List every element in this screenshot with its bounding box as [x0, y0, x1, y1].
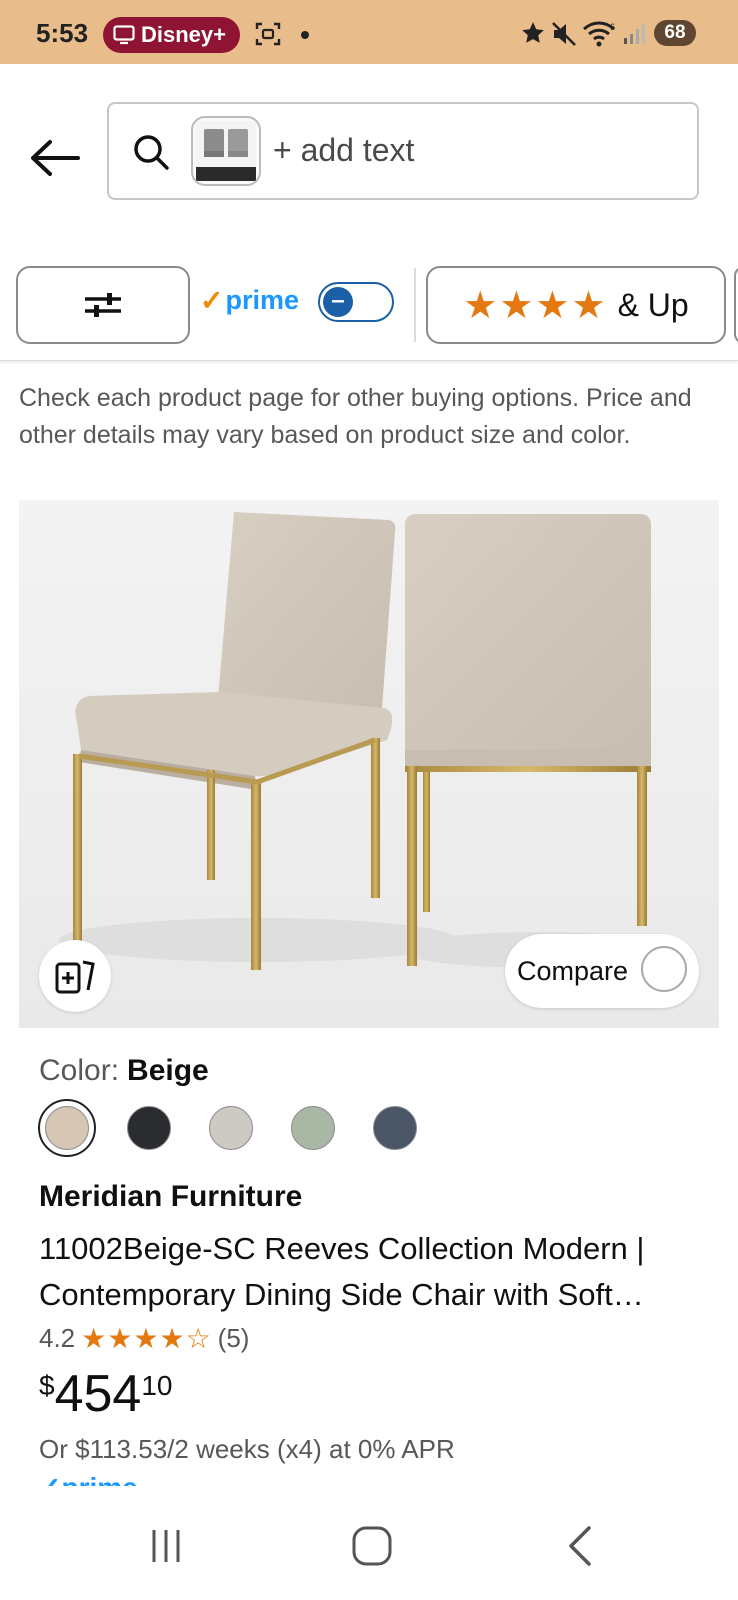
price-fraction: 10 [141, 1370, 173, 1401]
search-icon [134, 135, 169, 170]
star-icon [522, 22, 544, 43]
prime-logo: ✓ prime [200, 284, 299, 317]
prime-check-icon: ✓ [200, 285, 224, 316]
wifi-icon: 6 [583, 21, 615, 47]
search-input[interactable]: + add text [107, 102, 699, 200]
price-whole: 454 [54, 1365, 142, 1423]
system-nav-bar [0, 1490, 738, 1600]
rating-count: (5) [217, 1323, 250, 1353]
product-price: $45410 [39, 1364, 173, 1424]
system-back-button[interactable] [540, 1516, 620, 1576]
home-icon [352, 1526, 392, 1566]
product-title[interactable]: 11002Beige-SC Reeves Collection Modern |… [39, 1226, 699, 1318]
add-cards-icon [55, 960, 95, 994]
price-symbol: $ [39, 1370, 55, 1401]
product-card[interactable]: Compare Color: Beige Meridian Furniture 1… [19, 500, 719, 1500]
prime-toggle[interactable]: – [318, 282, 394, 322]
image-search-thumbnail[interactable] [191, 116, 261, 186]
compare-label: Compare [517, 955, 629, 986]
installment-text: Or $113.53/2 weeks (x4) at 0% APR [39, 1434, 455, 1464]
color-selector-label: Color: Beige [39, 1054, 209, 1088]
prime-label: prime [225, 285, 299, 315]
filter-divider [414, 268, 416, 342]
arrow-left-icon [31, 140, 80, 176]
sliders-icon [85, 293, 121, 317]
battery-indicator: 68 [654, 20, 696, 46]
filter-bar: ✓ prime – ★★★★ & Up [0, 250, 738, 361]
dot-icon [301, 31, 309, 39]
swatch-sage[interactable] [291, 1106, 335, 1150]
screen-record-icon [255, 22, 281, 46]
back-button[interactable] [24, 128, 84, 188]
add-to-compare-button[interactable] [39, 940, 111, 1012]
compare-checkbox[interactable] [641, 946, 687, 992]
swatch-slate[interactable] [373, 1106, 417, 1150]
mute-icon [552, 22, 576, 46]
search-placeholder[interactable]: + add text [273, 132, 414, 169]
buying-options-notice: Check each product page for other buying… [19, 384, 692, 449]
recent-apps-icon [152, 1530, 180, 1562]
disney-plus-label: Disney+ [141, 22, 226, 47]
prime-badge-peek: ✓prime [38, 1470, 168, 1486]
toggle-knob: – [323, 287, 353, 317]
swatch-light-gray[interactable] [209, 1106, 253, 1150]
tv-icon [113, 25, 135, 45]
rating-filter-button[interactable]: ★★★★ & Up [426, 266, 726, 344]
rating-stars: ★★★★☆ [81, 1323, 212, 1354]
chevron-left-icon [569, 1526, 591, 1566]
status-time: 5:53 [36, 18, 89, 48]
color-swatches [38, 1099, 455, 1157]
chair-thumbnail-image [196, 121, 256, 181]
product-image[interactable]: Compare [19, 500, 719, 1028]
swatch-beige[interactable] [38, 1099, 96, 1157]
rating-filter-label: & Up [617, 286, 689, 323]
rating-value: 4.2 [39, 1323, 76, 1353]
signal-icon [624, 24, 645, 44]
compare-toggle[interactable]: Compare [505, 934, 699, 1008]
filter-settings-button[interactable] [16, 266, 190, 344]
swatch-black[interactable] [127, 1106, 171, 1150]
next-filter-button[interactable] [734, 266, 738, 344]
color-label: Color: [39, 1054, 120, 1087]
rating-filter-stars: ★★★★ [463, 284, 608, 327]
color-value: Beige [127, 1054, 209, 1087]
product-brand: Meridian Furniture [39, 1180, 303, 1213]
svg-text:6: 6 [610, 22, 615, 32]
status-bar: 5:53 Disney+ 6 68 [0, 0, 738, 64]
home-button[interactable] [332, 1516, 412, 1576]
recent-apps-button[interactable] [126, 1516, 206, 1576]
disney-plus-pill[interactable]: Disney+ [103, 17, 240, 53]
product-rating[interactable]: 4.2 ★★★★☆ (5) [39, 1322, 249, 1355]
